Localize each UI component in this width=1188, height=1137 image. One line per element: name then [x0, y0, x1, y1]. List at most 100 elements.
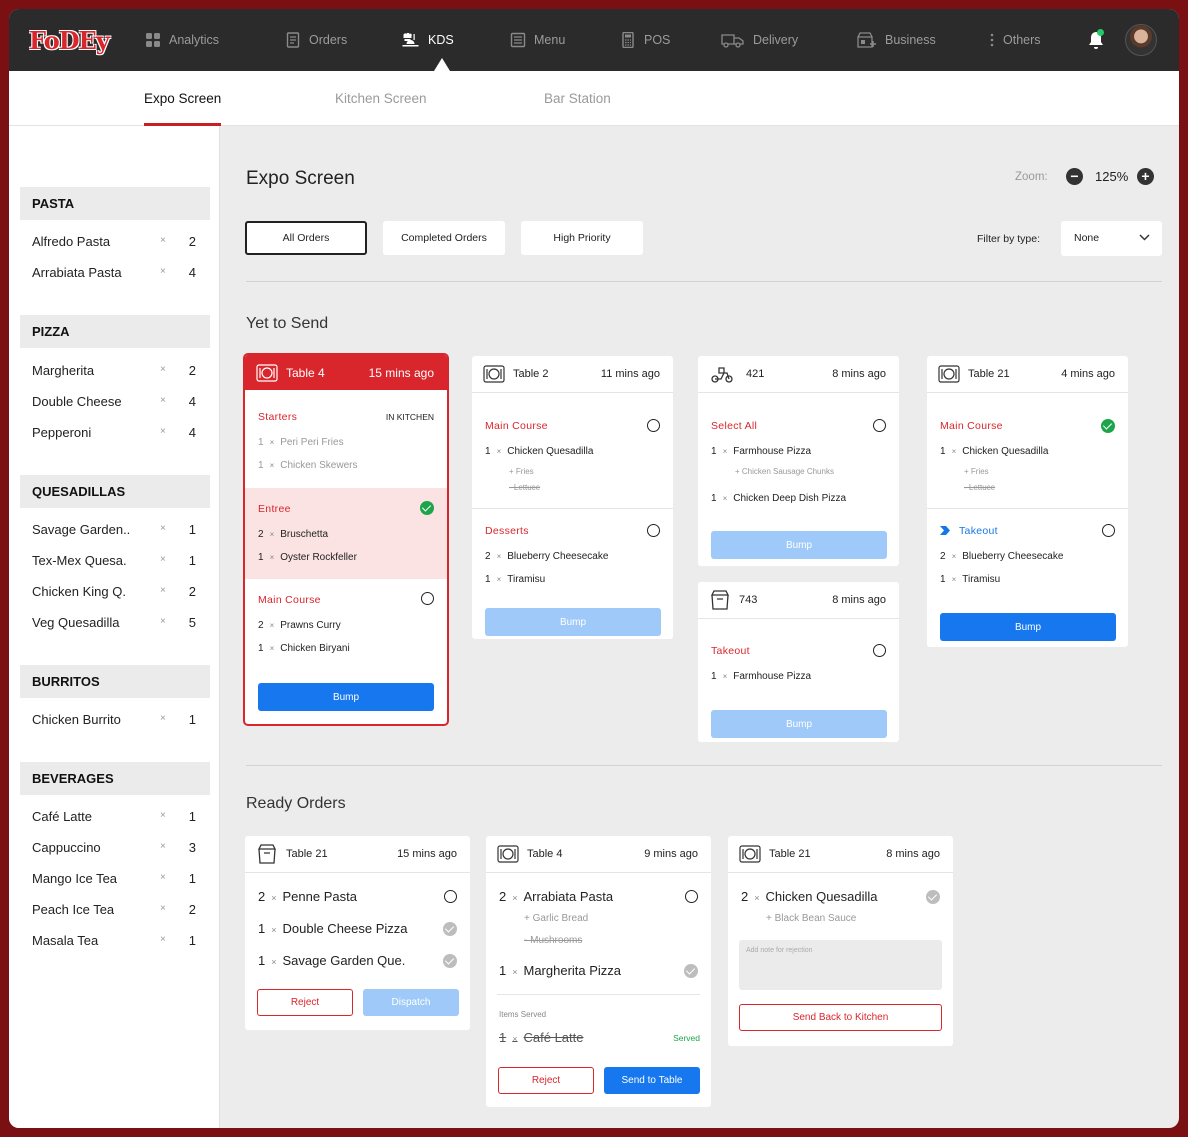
order-item: 1 × Tiramisu [940, 574, 1001, 585]
order-item: 1 × Farmhouse Pizza [711, 671, 812, 682]
order-time: 11 mins ago [600, 368, 660, 380]
truck-icon [721, 34, 744, 48]
table-name: Table 4 [527, 848, 563, 860]
send-to-table-button[interactable]: Send to Table [604, 1067, 700, 1094]
unchecked-circle-icon[interactable] [647, 419, 660, 432]
nav-label: Menu [534, 33, 566, 47]
nav-orders[interactable]: Orders [285, 9, 347, 71]
item-qty: 3 [188, 840, 196, 855]
item-modifier: + Black Bean Sauce [766, 913, 857, 924]
reject-button[interactable]: Reject [498, 1067, 594, 1094]
category-header: BURRITOS [20, 665, 210, 698]
bump-button[interactable]: Bump [258, 683, 434, 711]
filter-type-select[interactable]: None [1061, 221, 1162, 256]
nav-pos[interactable]: POS [620, 9, 670, 71]
group-divider [927, 508, 1128, 509]
course-title[interactable]: Entree [258, 503, 291, 515]
checked-grey-icon[interactable] [684, 964, 698, 978]
item-name: Tex-Mex Quesa. [32, 553, 127, 568]
unchecked-circle-icon[interactable] [1102, 524, 1115, 537]
order-card-header: Table 2 11 mins ago [472, 356, 673, 393]
course-title[interactable]: Starters [258, 411, 297, 423]
select-all-toggle[interactable]: Select All [711, 420, 757, 432]
course-title[interactable]: Main Course [485, 420, 548, 432]
tab-expo-screen[interactable]: Expo Screen [144, 71, 222, 126]
order-item: 1 × Chicken Deep Dish Pizza [711, 493, 847, 504]
ready-order-card: Table 21 8 mins ago 2 × Chicken Quesadilla… [728, 836, 953, 1046]
unchecked-circle-icon[interactable] [873, 644, 886, 657]
order-card: Table 21 4 mins ago Main Course 1 × Chicke… [927, 356, 1128, 647]
item-qty: 1 [188, 712, 196, 727]
order-time: 9 mins ago [644, 848, 698, 860]
course-title[interactable]: Desserts [485, 525, 529, 537]
times-sign: × [160, 426, 166, 437]
section-divider [246, 281, 1162, 282]
zoom-value: 125% [1095, 169, 1129, 184]
checked-grey-icon[interactable] [443, 922, 457, 936]
filter-all-orders[interactable]: All Orders [245, 221, 367, 255]
order-time: 8 mins ago [832, 594, 886, 606]
section-title-yet-to-send: Yet to Send [246, 315, 329, 332]
nav-delivery[interactable]: Delivery [721, 9, 798, 71]
zoom-out-button[interactable]: − [1066, 168, 1083, 185]
bump-button[interactable]: Bump [485, 608, 661, 636]
course-title[interactable]: Main Course [940, 420, 1003, 432]
items-served-label: Items Served [499, 1010, 547, 1019]
unchecked-circle-icon[interactable] [873, 419, 886, 432]
unchecked-circle-icon[interactable] [444, 890, 457, 903]
nav-others[interactable]: Others [989, 9, 1041, 71]
brand-logo[interactable]: FoDEy [29, 26, 110, 55]
order-card-header: 743 8 mins ago [698, 582, 899, 619]
nav-business[interactable]: Business [857, 9, 936, 71]
dispatch-button[interactable]: Dispatch [363, 989, 459, 1016]
user-avatar[interactable] [1125, 24, 1157, 56]
checked-grey-icon[interactable] [443, 954, 457, 968]
checked-grey-icon[interactable] [926, 890, 940, 904]
more-vertical-icon [990, 33, 994, 47]
item-modifier: + Garlic Bread [524, 913, 589, 924]
unchecked-circle-icon[interactable] [421, 592, 434, 605]
nav-menu[interactable]: Menu [510, 9, 565, 71]
zoom-label: Zoom: [1015, 171, 1048, 183]
summary-item: Peach Ice Tea × 2 [32, 900, 202, 920]
summary-item: Cappuccino × 3 [32, 838, 202, 858]
tab-kitchen-screen[interactable]: Kitchen Screen [335, 71, 427, 126]
send-back-to-kitchen-button[interactable]: Send Back to Kitchen [739, 1004, 942, 1031]
item-qty: 1 [188, 553, 196, 568]
nav-label: Others [1003, 33, 1041, 47]
sub-navigation: Expo Screen Kitchen Screen Bar Station [9, 71, 1179, 126]
bump-button[interactable]: Bump [711, 710, 887, 738]
group-divider [472, 508, 673, 509]
course-title[interactable]: Main Course [258, 594, 321, 606]
zoom-in-button[interactable]: + [1137, 168, 1154, 185]
table-name: Table 21 [286, 848, 328, 860]
times-sign: × [160, 235, 166, 246]
item-name: Chicken King Q. [32, 584, 126, 599]
tab-bar-station[interactable]: Bar Station [544, 71, 611, 126]
item-qty: 5 [188, 615, 196, 630]
item-qty: 1 [188, 933, 196, 948]
bump-button[interactable]: Bump [940, 613, 1116, 641]
item-modifier-removed: - Lettuce [509, 483, 541, 492]
order-item: 1 × Farmhouse Pizza [711, 446, 812, 457]
order-item: 1 × Peri Peri Fries [258, 437, 344, 448]
category-header: PASTA [20, 187, 210, 220]
order-card: 421 8 mins ago Select All 1 × Farmhouse Pi… [698, 356, 899, 566]
summary-item: Veg Quesadilla × 5 [32, 613, 202, 633]
course-title[interactable]: Takeout [711, 645, 750, 657]
filter-completed-orders[interactable]: Completed Orders [383, 221, 505, 255]
filter-high-priority[interactable]: High Priority [521, 221, 643, 255]
top-navigation: FoDEy Analytics Orders KDS Menu POS Deli… [9, 9, 1179, 71]
rejection-note-input[interactable]: Add note for rejection [739, 940, 942, 990]
nav-analytics[interactable]: Analytics [145, 9, 219, 71]
checked-icon[interactable] [1101, 419, 1115, 433]
unchecked-circle-icon[interactable] [685, 890, 698, 903]
times-sign: × [160, 395, 166, 406]
checked-icon[interactable] [420, 501, 434, 515]
bump-button[interactable]: Bump [711, 531, 887, 559]
course-title[interactable]: Takeout [959, 525, 998, 537]
times-sign: × [160, 554, 166, 565]
reject-button[interactable]: Reject [257, 989, 353, 1016]
order-item: 1 × Tiramisu [485, 574, 546, 585]
unchecked-circle-icon[interactable] [647, 524, 660, 537]
